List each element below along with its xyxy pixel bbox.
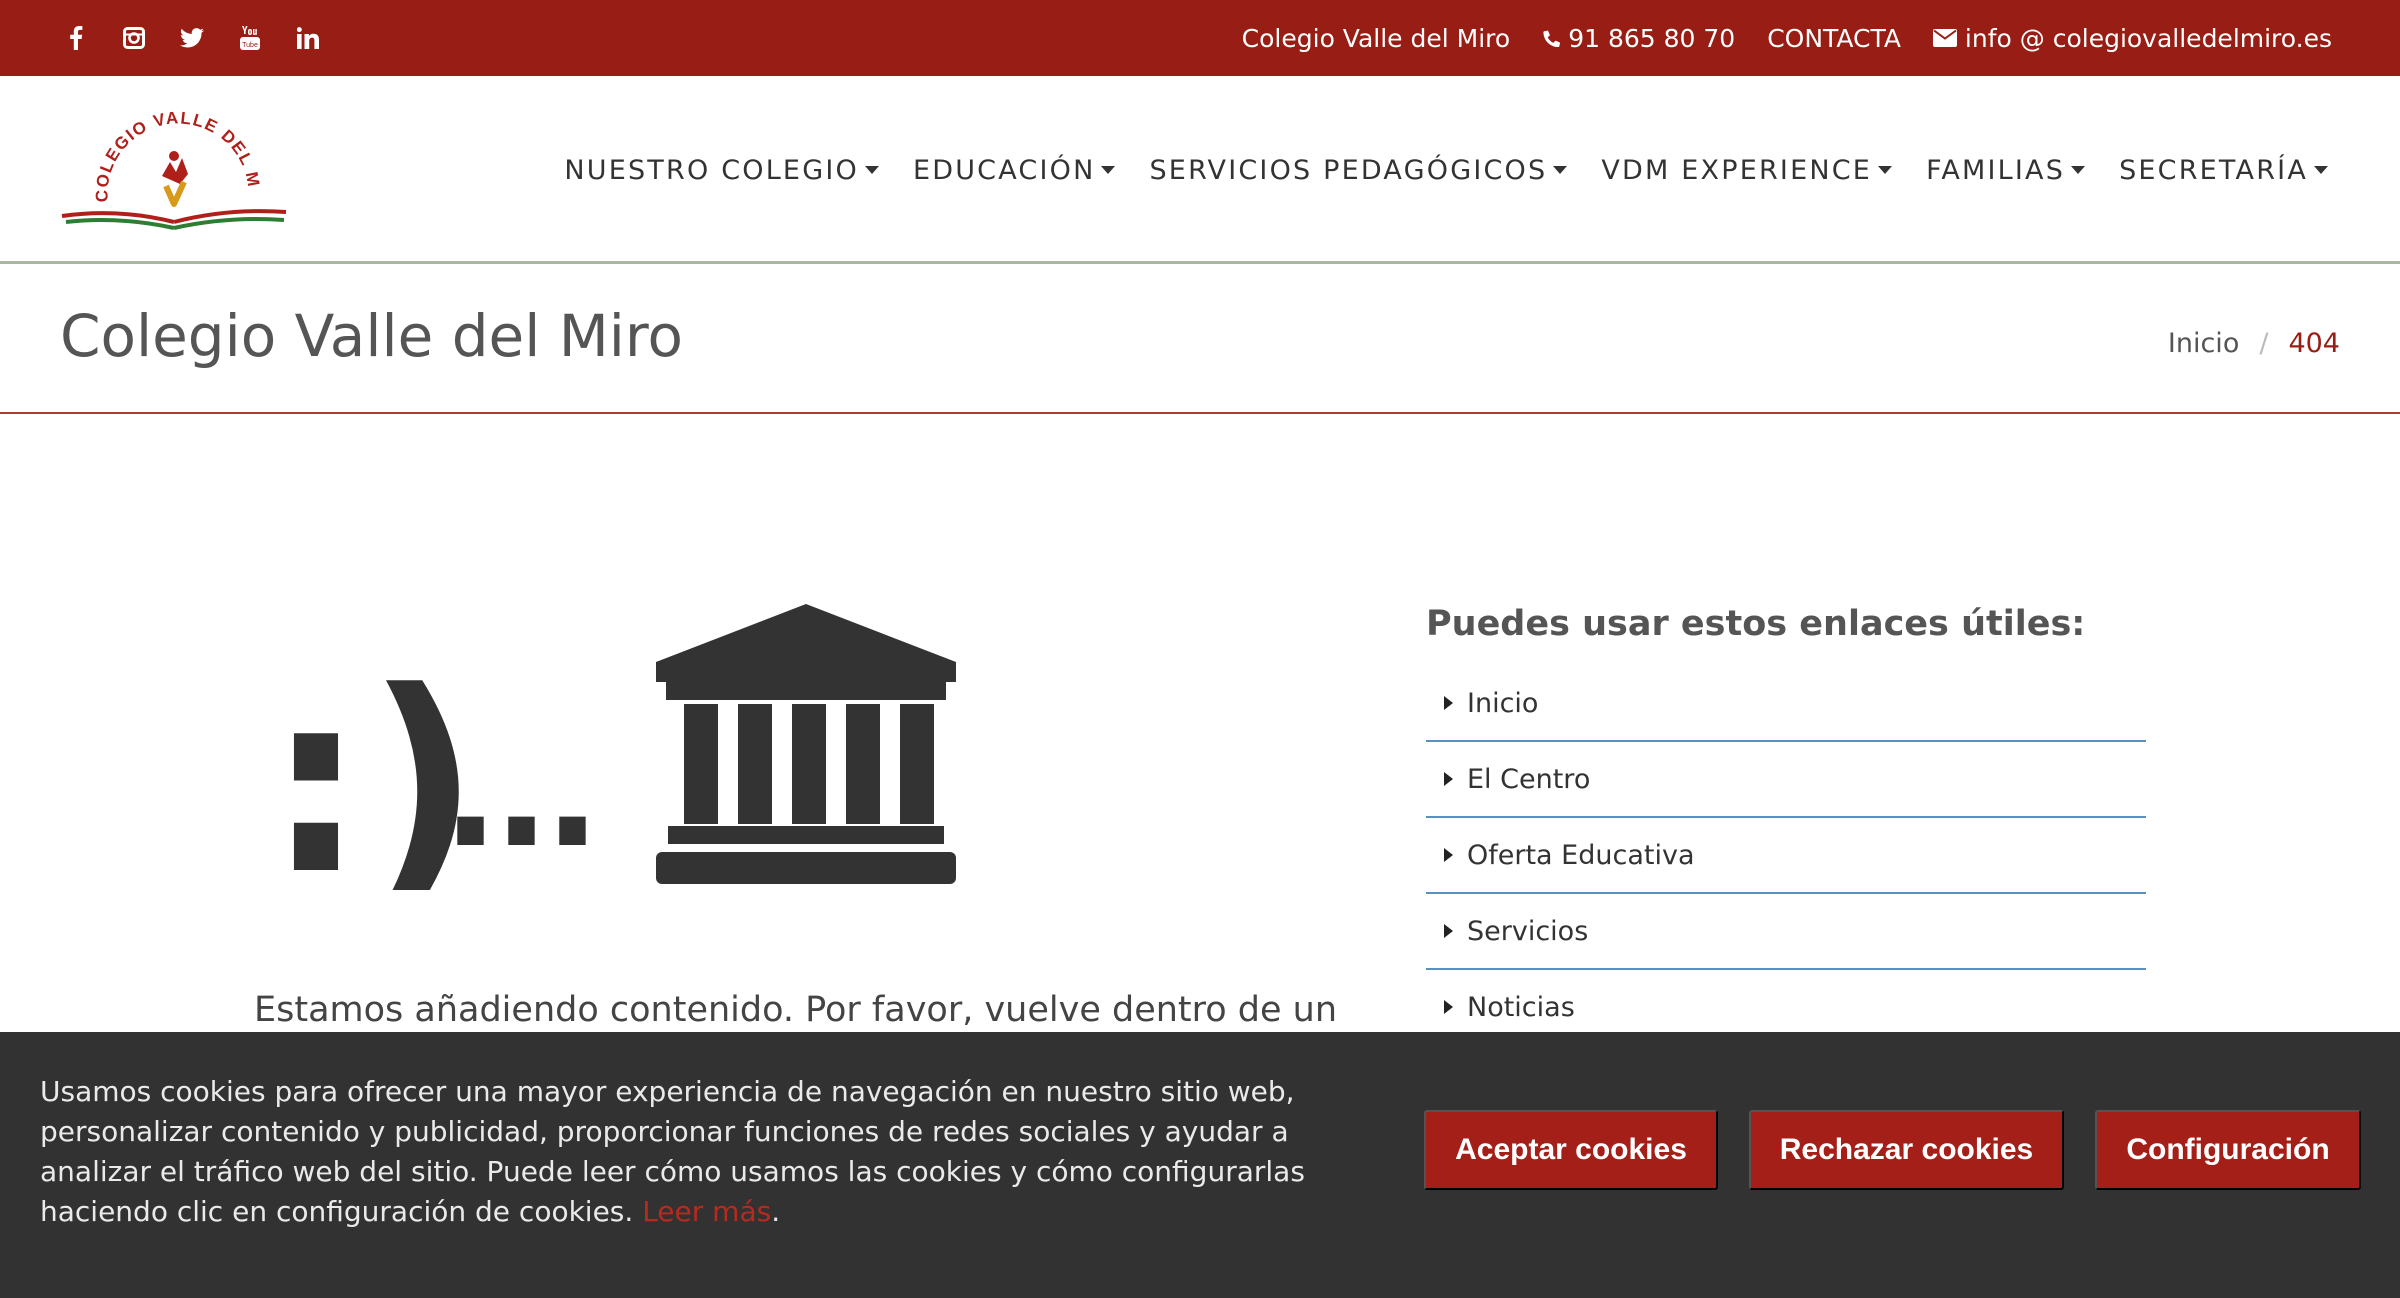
nav-familias[interactable]: FAMILIAS bbox=[1926, 155, 2086, 186]
caret-right-icon bbox=[1444, 696, 1453, 710]
caret-right-icon bbox=[1444, 924, 1453, 938]
caret-down-icon bbox=[2071, 166, 2086, 174]
linkedin-icon[interactable] bbox=[288, 18, 328, 58]
page-title-band: Colegio Valle del Miro Inicio / 404 bbox=[0, 264, 2400, 414]
nav-educacion[interactable]: EDUCACIÓN bbox=[913, 155, 1116, 186]
cookie-text: Usamos cookies para ofrecer una mayor ex… bbox=[40, 1075, 1305, 1228]
caret-down-icon bbox=[864, 166, 879, 174]
main-nav: NUESTRO COLEGIO EDUCACIÓN SERVICIOS PEDA… bbox=[530, 76, 2328, 264]
school-name-link[interactable]: Colegio Valle del Miro bbox=[1242, 24, 1511, 53]
ellipsis-text: ... bbox=[442, 707, 595, 881]
nav-secretaria[interactable]: SECRETARÍA bbox=[2119, 155, 2328, 186]
school-logo[interactable]: COLEGIO VALLE DEL MIRO bbox=[51, 89, 292, 236]
link-oferta-educativa[interactable]: Oferta Educativa bbox=[1426, 818, 2146, 894]
useful-links-title: Puedes usar estos enlaces útiles: bbox=[1426, 604, 2086, 644]
caret-down-icon bbox=[1878, 166, 1893, 174]
breadcrumb-separator: / bbox=[2259, 328, 2269, 359]
nav-vdm-experience[interactable]: VDM EXPERIENCE bbox=[1601, 155, 1893, 186]
caret-down-icon bbox=[1553, 166, 1568, 174]
svg-text:Tube: Tube bbox=[242, 42, 258, 49]
nav-servicios-pedagogicos[interactable]: SERVICIOS PEDAGÓGICOS bbox=[1149, 155, 1568, 186]
instagram-icon[interactable] bbox=[114, 18, 154, 58]
svg-text:COLEGIO VALLE DEL MIRO: COLEGIO VALLE DEL MIRO bbox=[58, 104, 263, 202]
link-inicio[interactable]: Inicio bbox=[1426, 666, 2146, 742]
nav-nuestro-colegio[interactable]: NUESTRO COLEGIO bbox=[564, 155, 879, 186]
breadcrumb: Inicio / 404 bbox=[2168, 328, 2340, 359]
info-message: Estamos añadiendo contenido. Por favor, … bbox=[254, 990, 1338, 1030]
top-contact-links: Colegio Valle del Miro 91 865 80 70 CONT… bbox=[1210, 0, 2332, 76]
caret-right-icon bbox=[1444, 848, 1453, 862]
youtube-icon[interactable]: Tube bbox=[230, 18, 270, 58]
breadcrumb-current: 404 bbox=[2288, 328, 2340, 359]
phone-link[interactable]: 91 865 80 70 bbox=[1542, 24, 1735, 53]
institution-icon bbox=[656, 604, 956, 884]
accept-cookies-button[interactable]: Aceptar cookies bbox=[1424, 1110, 1718, 1190]
top-bar: Tube Colegio Valle del Miro 91 865 80 70… bbox=[0, 0, 2400, 76]
phone-icon bbox=[1543, 30, 1561, 47]
main-header: COLEGIO VALLE DEL MIRO NUESTRO COLEGIO E… bbox=[0, 76, 2400, 264]
caret-right-icon bbox=[1444, 1000, 1453, 1014]
useful-links-list: Inicio El Centro Oferta Educativa Servic… bbox=[1426, 666, 2146, 1046]
cookie-settings-button[interactable]: Configuración bbox=[2095, 1110, 2361, 1190]
breadcrumb-home-link[interactable]: Inicio bbox=[2168, 328, 2239, 359]
facebook-icon[interactable] bbox=[56, 18, 96, 58]
caret-down-icon bbox=[1101, 166, 1116, 174]
page-title: Colegio Valle del Miro bbox=[60, 302, 683, 370]
caret-right-icon bbox=[1444, 772, 1453, 786]
useful-links: Puedes usar estos enlaces útiles: Inicio… bbox=[1426, 604, 2146, 1046]
link-el-centro[interactable]: El Centro bbox=[1426, 742, 2146, 818]
contact-link[interactable]: CONTACTA bbox=[1767, 24, 1901, 53]
envelope-icon bbox=[1932, 29, 1957, 47]
cookie-banner: Usamos cookies para ofrecer una mayor ex… bbox=[0, 1032, 2400, 1298]
twitter-icon[interactable] bbox=[172, 18, 212, 58]
error-illustration: :) ... bbox=[266, 600, 966, 929]
social-links: Tube bbox=[56, 0, 346, 76]
read-more-link[interactable]: Leer más bbox=[642, 1195, 771, 1228]
reject-cookies-button[interactable]: Rechazar cookies bbox=[1749, 1110, 2064, 1190]
caret-down-icon bbox=[2314, 166, 2328, 174]
link-servicios[interactable]: Servicios bbox=[1426, 894, 2146, 970]
email-link[interactable]: info @ colegiovalledelmiro.es bbox=[1932, 24, 2332, 53]
